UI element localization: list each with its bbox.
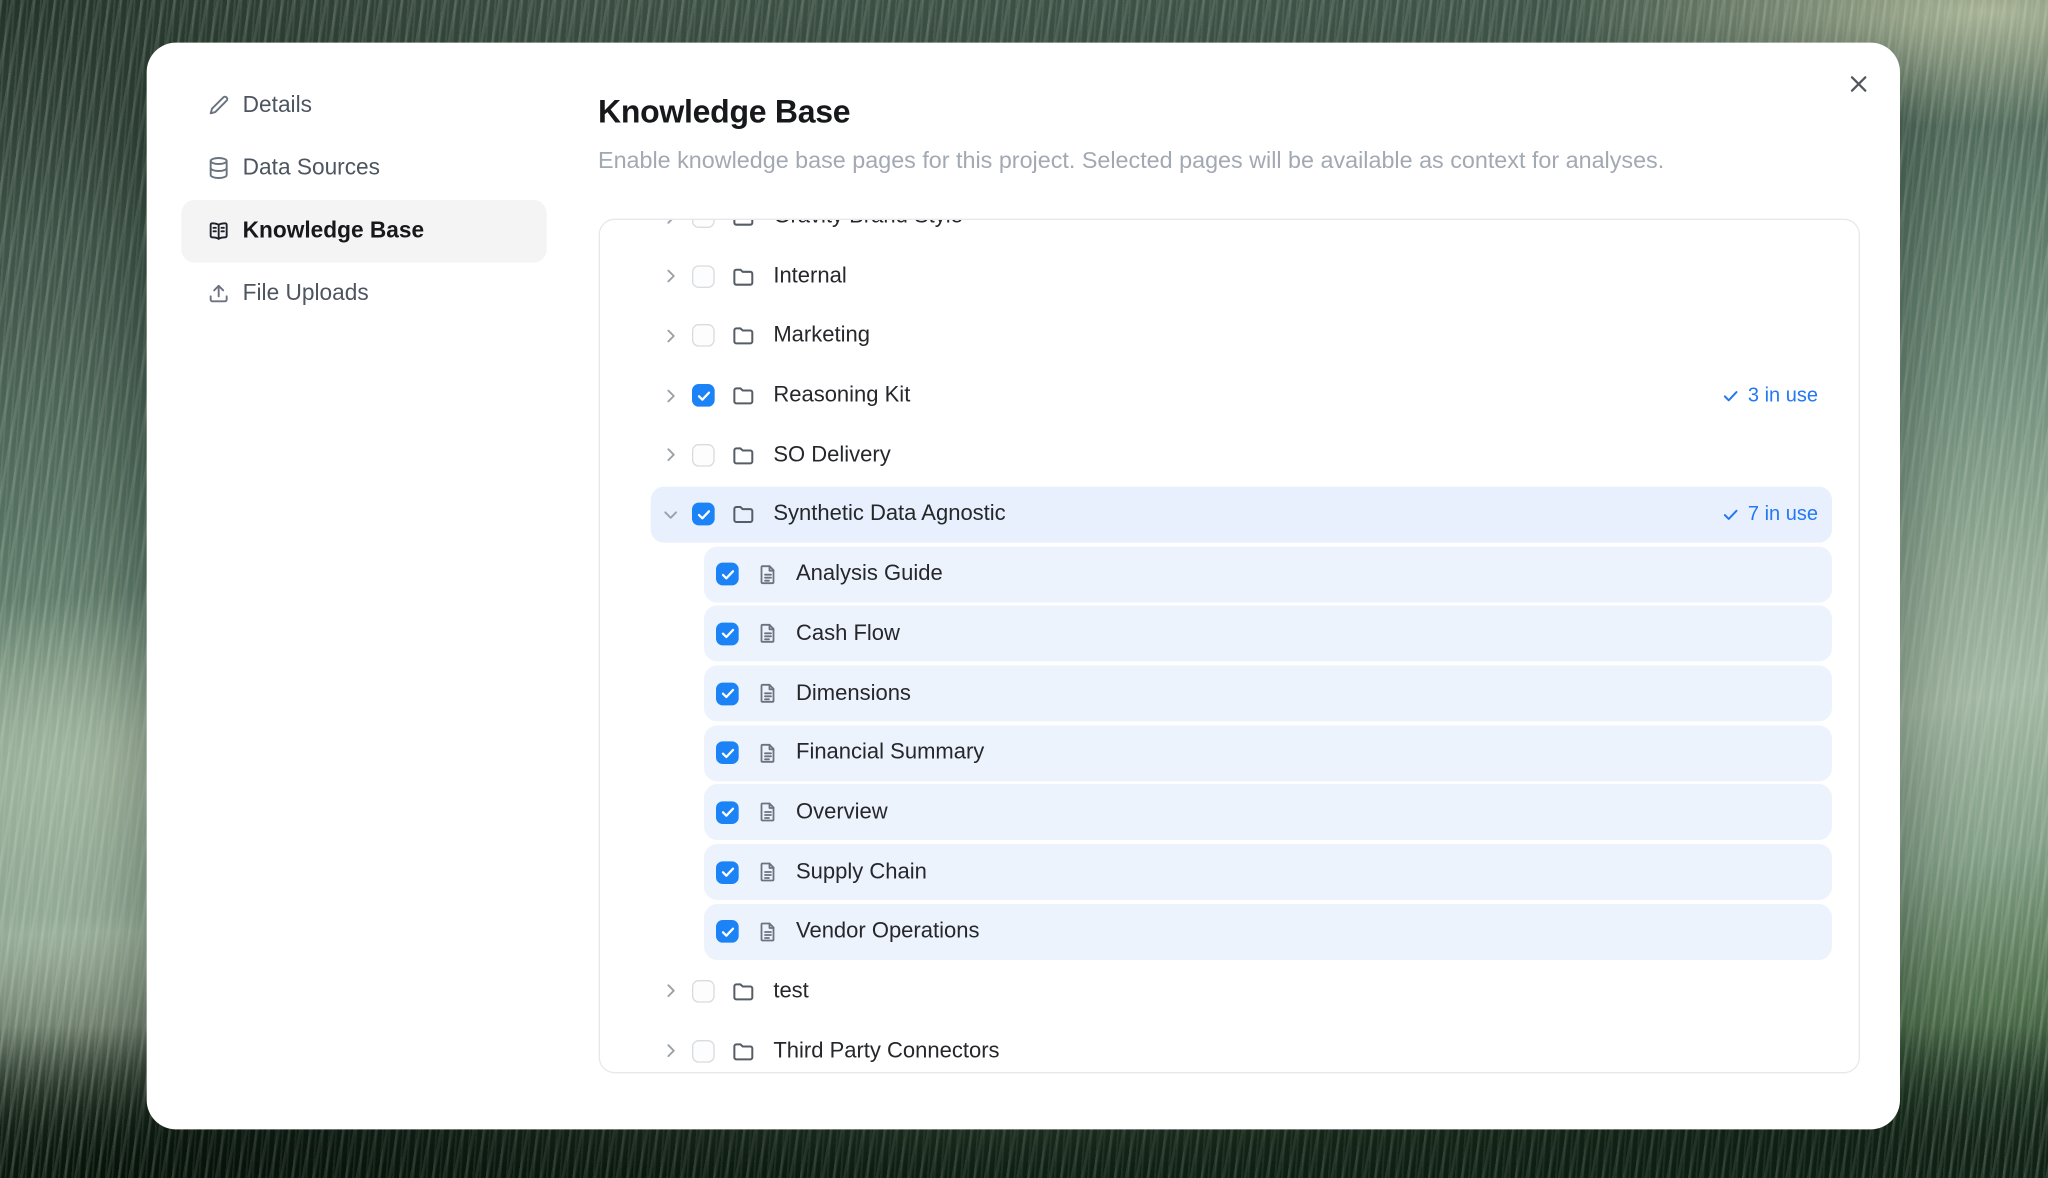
row-checkbox[interactable]	[692, 218, 715, 228]
folder-icon	[731, 442, 756, 467]
tree-row-page[interactable]: Supply Chain	[704, 844, 1831, 900]
tree-row-folder[interactable]: Marketing	[651, 308, 1832, 364]
row-checkbox[interactable]	[716, 920, 739, 943]
document-icon	[756, 561, 781, 586]
row-checkbox[interactable]	[716, 861, 739, 884]
chevron-right-icon[interactable]	[660, 266, 681, 287]
chevron-right-icon[interactable]	[660, 444, 681, 465]
folder-icon	[731, 264, 756, 289]
tree-row-folder[interactable]: Gravity Brand Style	[651, 218, 1832, 245]
row-checkbox[interactable]	[692, 265, 715, 288]
tree-row-page[interactable]: Dimensions	[704, 665, 1831, 721]
row-label: SO Delivery	[773, 442, 890, 467]
folder-icon	[731, 502, 756, 527]
row-checkbox[interactable]	[692, 444, 715, 467]
tree-row-page[interactable]: Financial Summary	[704, 725, 1831, 781]
row-label: Internal	[773, 264, 846, 289]
row-label: Dimensions	[796, 681, 911, 706]
row-checkbox[interactable]	[692, 384, 715, 407]
sidebar-item-label: File Uploads	[243, 280, 369, 307]
page-title: Knowledge Base	[598, 93, 1851, 133]
tree-row-folder[interactable]: Third Party Connectors	[651, 1023, 1832, 1073]
sidebar-item-knowledge-base[interactable]: Knowledge Base	[181, 199, 546, 262]
tree-row-folder[interactable]: SO Delivery	[651, 427, 1832, 483]
tree-row-folder[interactable]: Internal	[651, 248, 1832, 304]
document-icon	[756, 859, 781, 884]
pencil-icon	[207, 93, 231, 117]
row-label: Vendor Operations	[796, 919, 979, 944]
sidebar-item-file-uploads[interactable]: File Uploads	[181, 262, 546, 325]
row-label: Analysis Guide	[796, 561, 943, 586]
modal-sidebar: Details Data Sources Knowledge Base File Up…	[181, 74, 546, 325]
upload-icon	[207, 281, 231, 305]
row-checkbox[interactable]	[692, 980, 715, 1003]
row-checkbox[interactable]	[692, 1039, 715, 1062]
book-open-icon	[207, 219, 231, 243]
in-use-badge: 3 in use	[1721, 384, 1818, 407]
row-label: Synthetic Data Agnostic	[773, 502, 1005, 527]
sidebar-item-label: Knowledge Base	[243, 217, 424, 244]
modal-header: Knowledge Base Enable knowledge base pag…	[598, 93, 1851, 173]
row-checkbox[interactable]	[692, 324, 715, 347]
screen: Details Data Sources Knowledge Base File Up…	[0, 0, 2048, 1178]
check-blue-icon	[1721, 386, 1740, 405]
in-use-badge: 7 in use	[1721, 503, 1818, 526]
knowledge-base-modal: Details Data Sources Knowledge Base File Up…	[147, 43, 1900, 1130]
row-checkbox[interactable]	[692, 503, 715, 526]
document-icon	[756, 681, 781, 706]
folder-icon	[731, 979, 756, 1004]
row-checkbox[interactable]	[716, 742, 739, 765]
chevron-right-icon[interactable]	[660, 385, 681, 406]
row-label: Gravity Brand Style	[773, 218, 963, 229]
row-label: Marketing	[773, 323, 870, 348]
chevron-right-icon[interactable]	[660, 981, 681, 1002]
row-checkbox[interactable]	[716, 801, 739, 824]
chevron-down-icon[interactable]	[660, 504, 681, 525]
folder-icon	[731, 218, 756, 229]
folder-icon	[731, 383, 756, 408]
row-checkbox[interactable]	[716, 563, 739, 586]
knowledge-tree-panel[interactable]: Gravity Brand Style Internal Marketing Reas…	[598, 218, 1859, 1073]
document-icon	[756, 919, 781, 944]
folder-icon	[731, 1038, 756, 1063]
document-icon	[756, 621, 781, 646]
document-icon	[756, 740, 781, 765]
tree-row-page[interactable]: Overview	[704, 784, 1831, 840]
tree-row-folder[interactable]: Synthetic Data Agnostic 7 in use	[651, 487, 1832, 543]
sidebar-item-label: Details	[243, 92, 312, 119]
row-label: Third Party Connectors	[773, 1038, 999, 1063]
folder-icon	[731, 323, 756, 348]
tree-row-page[interactable]: Analysis Guide	[704, 546, 1831, 602]
row-label: test	[773, 979, 808, 1004]
tree-row-page[interactable]: Vendor Operations	[704, 904, 1831, 960]
row-checkbox[interactable]	[716, 622, 739, 645]
tree-row-folder[interactable]: Reasoning Kit 3 in use	[651, 367, 1832, 423]
chevron-right-icon[interactable]	[660, 1040, 681, 1061]
row-label: Financial Summary	[796, 740, 984, 765]
sidebar-item-data-sources[interactable]: Data Sources	[181, 137, 546, 200]
row-label: Overview	[796, 800, 888, 825]
tree-row-page[interactable]: Cash Flow	[704, 606, 1831, 662]
tree-row-folder[interactable]: test	[651, 963, 1832, 1019]
sidebar-item-details[interactable]: Details	[181, 74, 546, 137]
row-label: Supply Chain	[796, 859, 927, 884]
row-label: Reasoning Kit	[773, 383, 910, 408]
document-icon	[756, 800, 781, 825]
row-label: Cash Flow	[796, 621, 900, 646]
knowledge-tree: Gravity Brand Style Internal Marketing Reas…	[599, 218, 1858, 1073]
check-blue-icon	[1721, 505, 1740, 524]
row-checkbox[interactable]	[716, 682, 739, 705]
chevron-right-icon[interactable]	[660, 325, 681, 346]
sidebar-item-label: Data Sources	[243, 155, 380, 182]
page-subtitle: Enable knowledge base pages for this pro…	[598, 147, 1851, 174]
chevron-right-icon[interactable]	[660, 218, 681, 227]
database-icon	[207, 156, 231, 180]
